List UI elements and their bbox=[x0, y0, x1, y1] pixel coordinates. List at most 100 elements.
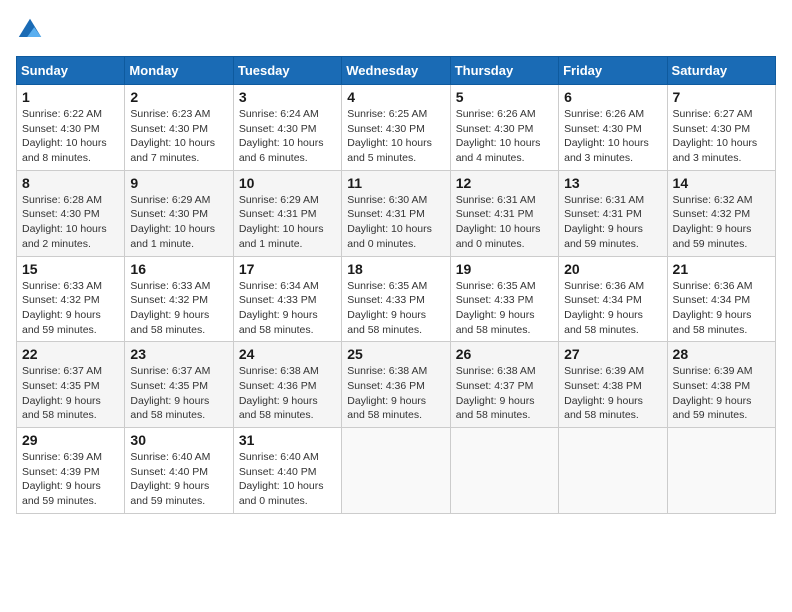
day-number: 30 bbox=[130, 432, 227, 448]
day-info: Sunrise: 6:32 AM Sunset: 4:32 PM Dayligh… bbox=[673, 193, 770, 252]
calendar-cell: 11 Sunrise: 6:30 AM Sunset: 4:31 PM Dayl… bbox=[342, 170, 450, 256]
calendar-cell: 15 Sunrise: 6:33 AM Sunset: 4:32 PM Dayl… bbox=[17, 256, 125, 342]
day-number: 7 bbox=[673, 89, 770, 105]
day-info: Sunrise: 6:33 AM Sunset: 4:32 PM Dayligh… bbox=[130, 279, 227, 338]
day-number: 19 bbox=[456, 261, 553, 277]
day-info: Sunrise: 6:34 AM Sunset: 4:33 PM Dayligh… bbox=[239, 279, 336, 338]
day-number: 22 bbox=[22, 346, 119, 362]
day-info: Sunrise: 6:33 AM Sunset: 4:32 PM Dayligh… bbox=[22, 279, 119, 338]
calendar-cell: 29 Sunrise: 6:39 AM Sunset: 4:39 PM Dayl… bbox=[17, 428, 125, 514]
calendar-cell: 23 Sunrise: 6:37 AM Sunset: 4:35 PM Dayl… bbox=[125, 342, 233, 428]
calendar-cell: 13 Sunrise: 6:31 AM Sunset: 4:31 PM Dayl… bbox=[559, 170, 667, 256]
day-info: Sunrise: 6:37 AM Sunset: 4:35 PM Dayligh… bbox=[130, 364, 227, 423]
calendar-cell: 24 Sunrise: 6:38 AM Sunset: 4:36 PM Dayl… bbox=[233, 342, 341, 428]
day-number: 31 bbox=[239, 432, 336, 448]
day-info: Sunrise: 6:26 AM Sunset: 4:30 PM Dayligh… bbox=[456, 107, 553, 166]
day-info: Sunrise: 6:29 AM Sunset: 4:30 PM Dayligh… bbox=[130, 193, 227, 252]
calendar: SundayMondayTuesdayWednesdayThursdayFrid… bbox=[16, 56, 776, 514]
day-info: Sunrise: 6:35 AM Sunset: 4:33 PM Dayligh… bbox=[347, 279, 444, 338]
calendar-cell: 5 Sunrise: 6:26 AM Sunset: 4:30 PM Dayli… bbox=[450, 85, 558, 171]
day-number: 15 bbox=[22, 261, 119, 277]
calendar-cell: 2 Sunrise: 6:23 AM Sunset: 4:30 PM Dayli… bbox=[125, 85, 233, 171]
day-number: 11 bbox=[347, 175, 444, 191]
calendar-cell: 19 Sunrise: 6:35 AM Sunset: 4:33 PM Dayl… bbox=[450, 256, 558, 342]
calendar-cell: 30 Sunrise: 6:40 AM Sunset: 4:40 PM Dayl… bbox=[125, 428, 233, 514]
day-number: 6 bbox=[564, 89, 661, 105]
calendar-cell bbox=[667, 428, 775, 514]
day-info: Sunrise: 6:36 AM Sunset: 4:34 PM Dayligh… bbox=[564, 279, 661, 338]
weekday-header-wednesday: Wednesday bbox=[342, 57, 450, 85]
day-info: Sunrise: 6:26 AM Sunset: 4:30 PM Dayligh… bbox=[564, 107, 661, 166]
day-info: Sunrise: 6:38 AM Sunset: 4:36 PM Dayligh… bbox=[347, 364, 444, 423]
day-number: 2 bbox=[130, 89, 227, 105]
day-info: Sunrise: 6:39 AM Sunset: 4:38 PM Dayligh… bbox=[564, 364, 661, 423]
calendar-cell: 12 Sunrise: 6:31 AM Sunset: 4:31 PM Dayl… bbox=[450, 170, 558, 256]
calendar-cell: 26 Sunrise: 6:38 AM Sunset: 4:37 PM Dayl… bbox=[450, 342, 558, 428]
day-number: 27 bbox=[564, 346, 661, 362]
day-info: Sunrise: 6:38 AM Sunset: 4:36 PM Dayligh… bbox=[239, 364, 336, 423]
day-number: 28 bbox=[673, 346, 770, 362]
calendar-cell: 22 Sunrise: 6:37 AM Sunset: 4:35 PM Dayl… bbox=[17, 342, 125, 428]
day-info: Sunrise: 6:31 AM Sunset: 4:31 PM Dayligh… bbox=[456, 193, 553, 252]
day-number: 5 bbox=[456, 89, 553, 105]
day-info: Sunrise: 6:36 AM Sunset: 4:34 PM Dayligh… bbox=[673, 279, 770, 338]
day-number: 3 bbox=[239, 89, 336, 105]
day-number: 4 bbox=[347, 89, 444, 105]
weekday-header-sunday: Sunday bbox=[17, 57, 125, 85]
calendar-cell: 27 Sunrise: 6:39 AM Sunset: 4:38 PM Dayl… bbox=[559, 342, 667, 428]
day-number: 16 bbox=[130, 261, 227, 277]
day-info: Sunrise: 6:24 AM Sunset: 4:30 PM Dayligh… bbox=[239, 107, 336, 166]
day-info: Sunrise: 6:31 AM Sunset: 4:31 PM Dayligh… bbox=[564, 193, 661, 252]
day-info: Sunrise: 6:30 AM Sunset: 4:31 PM Dayligh… bbox=[347, 193, 444, 252]
calendar-cell: 7 Sunrise: 6:27 AM Sunset: 4:30 PM Dayli… bbox=[667, 85, 775, 171]
day-info: Sunrise: 6:29 AM Sunset: 4:31 PM Dayligh… bbox=[239, 193, 336, 252]
day-number: 17 bbox=[239, 261, 336, 277]
calendar-cell: 6 Sunrise: 6:26 AM Sunset: 4:30 PM Dayli… bbox=[559, 85, 667, 171]
calendar-cell: 18 Sunrise: 6:35 AM Sunset: 4:33 PM Dayl… bbox=[342, 256, 450, 342]
day-number: 14 bbox=[673, 175, 770, 191]
weekday-header-thursday: Thursday bbox=[450, 57, 558, 85]
calendar-cell bbox=[342, 428, 450, 514]
calendar-cell bbox=[450, 428, 558, 514]
day-info: Sunrise: 6:23 AM Sunset: 4:30 PM Dayligh… bbox=[130, 107, 227, 166]
day-info: Sunrise: 6:22 AM Sunset: 4:30 PM Dayligh… bbox=[22, 107, 119, 166]
day-info: Sunrise: 6:40 AM Sunset: 4:40 PM Dayligh… bbox=[239, 450, 336, 509]
day-info: Sunrise: 6:39 AM Sunset: 4:38 PM Dayligh… bbox=[673, 364, 770, 423]
calendar-cell: 28 Sunrise: 6:39 AM Sunset: 4:38 PM Dayl… bbox=[667, 342, 775, 428]
day-number: 1 bbox=[22, 89, 119, 105]
day-info: Sunrise: 6:28 AM Sunset: 4:30 PM Dayligh… bbox=[22, 193, 119, 252]
day-number: 18 bbox=[347, 261, 444, 277]
day-info: Sunrise: 6:38 AM Sunset: 4:37 PM Dayligh… bbox=[456, 364, 553, 423]
calendar-cell: 1 Sunrise: 6:22 AM Sunset: 4:30 PM Dayli… bbox=[17, 85, 125, 171]
logo bbox=[16, 16, 48, 44]
weekday-header-tuesday: Tuesday bbox=[233, 57, 341, 85]
weekday-header-friday: Friday bbox=[559, 57, 667, 85]
day-number: 26 bbox=[456, 346, 553, 362]
calendar-cell: 17 Sunrise: 6:34 AM Sunset: 4:33 PM Dayl… bbox=[233, 256, 341, 342]
day-info: Sunrise: 6:39 AM Sunset: 4:39 PM Dayligh… bbox=[22, 450, 119, 509]
day-info: Sunrise: 6:27 AM Sunset: 4:30 PM Dayligh… bbox=[673, 107, 770, 166]
calendar-cell: 20 Sunrise: 6:36 AM Sunset: 4:34 PM Dayl… bbox=[559, 256, 667, 342]
day-number: 25 bbox=[347, 346, 444, 362]
day-info: Sunrise: 6:35 AM Sunset: 4:33 PM Dayligh… bbox=[456, 279, 553, 338]
day-info: Sunrise: 6:40 AM Sunset: 4:40 PM Dayligh… bbox=[130, 450, 227, 509]
page-header bbox=[16, 16, 776, 44]
calendar-cell: 10 Sunrise: 6:29 AM Sunset: 4:31 PM Dayl… bbox=[233, 170, 341, 256]
calendar-cell: 21 Sunrise: 6:36 AM Sunset: 4:34 PM Dayl… bbox=[667, 256, 775, 342]
calendar-cell: 16 Sunrise: 6:33 AM Sunset: 4:32 PM Dayl… bbox=[125, 256, 233, 342]
calendar-cell: 9 Sunrise: 6:29 AM Sunset: 4:30 PM Dayli… bbox=[125, 170, 233, 256]
calendar-cell: 8 Sunrise: 6:28 AM Sunset: 4:30 PM Dayli… bbox=[17, 170, 125, 256]
day-info: Sunrise: 6:25 AM Sunset: 4:30 PM Dayligh… bbox=[347, 107, 444, 166]
calendar-cell: 25 Sunrise: 6:38 AM Sunset: 4:36 PM Dayl… bbox=[342, 342, 450, 428]
weekday-header-monday: Monday bbox=[125, 57, 233, 85]
day-number: 24 bbox=[239, 346, 336, 362]
day-number: 8 bbox=[22, 175, 119, 191]
logo-icon bbox=[16, 16, 44, 44]
calendar-cell bbox=[559, 428, 667, 514]
calendar-cell: 31 Sunrise: 6:40 AM Sunset: 4:40 PM Dayl… bbox=[233, 428, 341, 514]
day-number: 9 bbox=[130, 175, 227, 191]
day-number: 13 bbox=[564, 175, 661, 191]
weekday-header-saturday: Saturday bbox=[667, 57, 775, 85]
day-number: 12 bbox=[456, 175, 553, 191]
day-number: 21 bbox=[673, 261, 770, 277]
